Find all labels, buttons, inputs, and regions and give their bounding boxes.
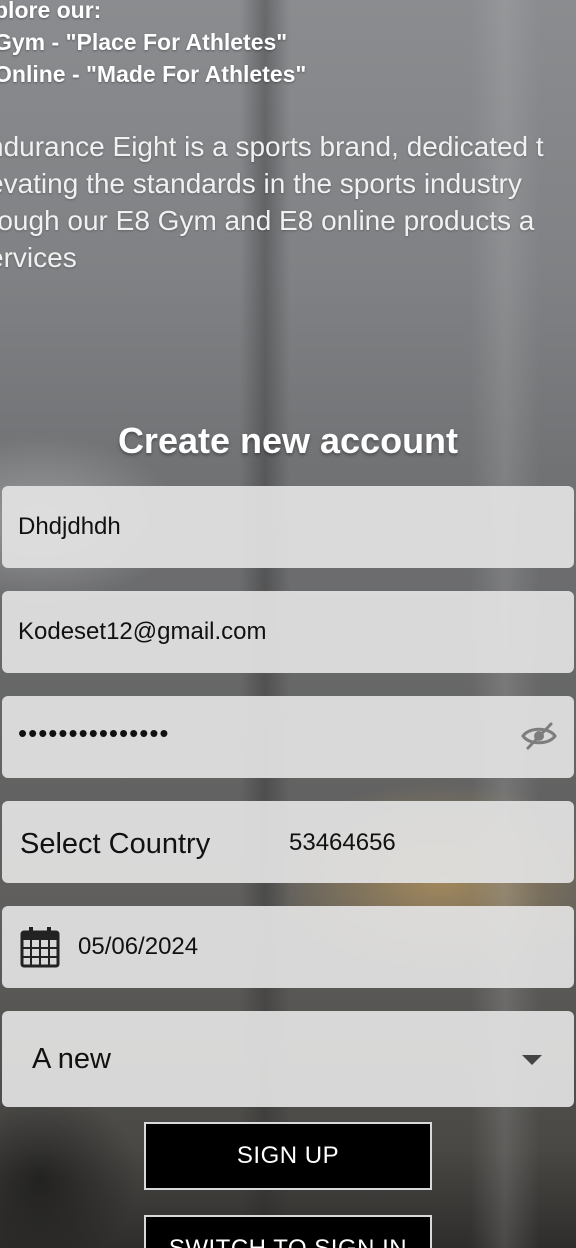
form-title: Create new account xyxy=(117,420,459,461)
role-value: A new xyxy=(32,1043,111,1075)
email-value: Kodeset12@gmail.com xyxy=(18,618,267,645)
explore-gym-line: Gym - "Place For Athletes" xyxy=(0,29,288,55)
role-select[interactable]: A new xyxy=(2,1011,574,1107)
country-select[interactable]: Select Country xyxy=(20,801,210,887)
signup-screen: plore our: Gym - "Place For Athletes" On… xyxy=(0,0,576,1248)
chevron-down-icon[interactable] xyxy=(522,1055,542,1065)
name-value: Dhdjdhdh xyxy=(18,513,121,540)
password-value: ••••••••••••••• xyxy=(18,718,170,748)
date-field[interactable]: 05/06/2024 xyxy=(2,906,574,988)
phone-field[interactable]: Select Country 53464656 xyxy=(2,801,574,883)
calendar-icon[interactable] xyxy=(20,926,60,968)
description-line: rough our E8 Gym and E8 online products … xyxy=(0,205,535,236)
description-line: ervices xyxy=(0,242,77,273)
explore-heading: plore our: xyxy=(0,0,102,23)
switch-to-sign-in-button[interactable]: SWITCH TO SIGN IN xyxy=(144,1215,432,1248)
explore-online-line: Online - "Made For Athletes" xyxy=(0,61,307,87)
name-field[interactable]: Dhdjdhdh xyxy=(2,486,574,568)
background-shadow xyxy=(0,1090,140,1248)
explore-section: plore our: Gym - "Place For Athletes" On… xyxy=(0,0,306,90)
description-line: evating the standards in the sports indu… xyxy=(0,168,522,199)
eye-slash-icon[interactable] xyxy=(520,721,558,751)
password-field[interactable]: ••••••••••••••• xyxy=(2,696,574,778)
phone-value: 53464656 xyxy=(289,829,396,856)
description-line: ndurance Eight is a sports brand, dedica… xyxy=(0,131,544,162)
brand-description: ndurance Eight is a sports brand, dedica… xyxy=(0,128,576,276)
date-value: 05/06/2024 xyxy=(78,933,199,960)
sign-up-button[interactable]: SIGN UP xyxy=(144,1122,432,1190)
email-field[interactable]: Kodeset12@gmail.com xyxy=(2,591,574,673)
